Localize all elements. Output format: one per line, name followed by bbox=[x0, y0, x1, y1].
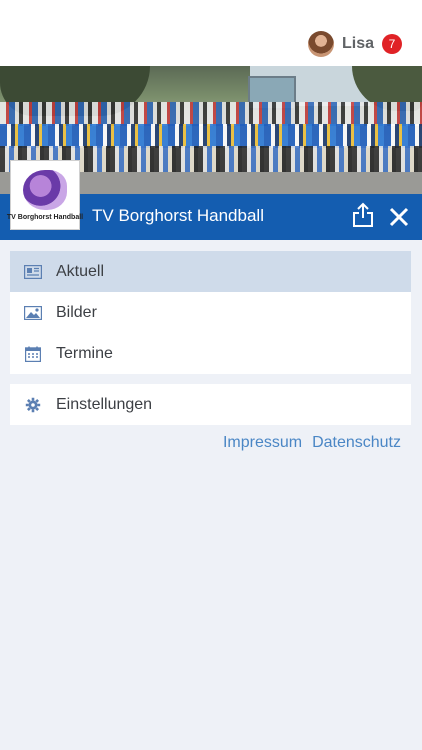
gear-icon bbox=[24, 396, 42, 414]
calendar-icon bbox=[24, 345, 42, 363]
menu-item-termine[interactable]: Termine bbox=[10, 333, 411, 374]
menu-item-label: Termine bbox=[56, 344, 113, 362]
username[interactable]: Lisa bbox=[342, 35, 374, 53]
settings-menu: Einstellungen bbox=[10, 384, 411, 425]
user-profile[interactable]: Lisa 7 bbox=[307, 30, 402, 58]
menu-item-label: Bilder bbox=[56, 303, 97, 321]
menu-item-label: Aktuell bbox=[56, 262, 105, 280]
image-icon bbox=[24, 304, 42, 322]
top-bar: Lisa 7 bbox=[0, 0, 422, 66]
footer-links: Impressum Datenschutz bbox=[213, 434, 401, 452]
avatar[interactable] bbox=[307, 31, 334, 57]
club-logo-text: TV Borghorst Handball bbox=[6, 213, 84, 221]
menu-item-bilder[interactable]: Bilder bbox=[10, 292, 411, 333]
main-menu: Aktuell Bilder Termine bbox=[10, 251, 411, 374]
club-logo: TV Borghorst Handball bbox=[6, 160, 84, 230]
club-name: TV Borghorst Handball bbox=[92, 206, 264, 225]
datenschutz-link[interactable]: Datenschutz bbox=[312, 434, 401, 452]
impressum-link[interactable]: Impressum bbox=[223, 434, 302, 452]
menu-item-einstellungen[interactable]: Einstellungen bbox=[10, 384, 411, 425]
menu-item-label: Einstellungen bbox=[56, 395, 153, 413]
menu-item-aktuell[interactable]: Aktuell bbox=[10, 251, 411, 292]
newspaper-icon bbox=[24, 263, 42, 281]
close-icon[interactable] bbox=[388, 206, 410, 228]
notification-badge[interactable]: 7 bbox=[382, 34, 402, 54]
share-icon[interactable] bbox=[352, 202, 374, 228]
